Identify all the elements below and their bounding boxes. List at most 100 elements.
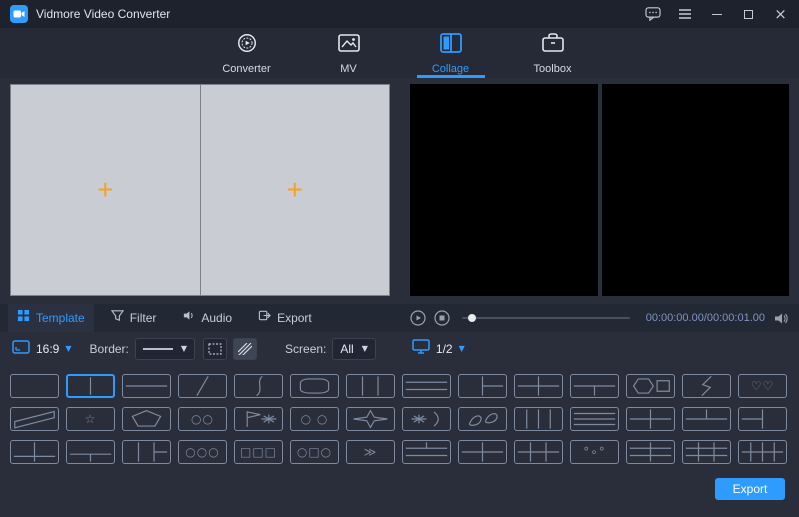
close-button[interactable]: × xyxy=(772,6,789,23)
chevron-down-icon: ▼ xyxy=(65,345,71,353)
tab-mv-label: MV xyxy=(340,63,357,75)
menu-icon[interactable] xyxy=(676,6,693,23)
screen-label: Screen: xyxy=(285,342,326,356)
layout-1-top-2-bottom[interactable] xyxy=(570,374,619,398)
layout-2x2-c[interactable] xyxy=(458,440,507,464)
tab-collage[interactable]: Collage xyxy=(417,28,485,78)
panel-tab-template[interactable]: Template xyxy=(8,304,94,332)
titlebar: Vidmore Video Converter × xyxy=(0,0,799,28)
aspect-ratio-dropdown[interactable]: 16:9 ▼ xyxy=(12,340,72,359)
layout-4-horizontal[interactable] xyxy=(570,407,619,431)
volume-icon[interactable] xyxy=(773,310,789,326)
layout-three-circles[interactable]: ○○○ xyxy=(178,440,227,464)
layout-hexagon-square[interactable] xyxy=(626,374,675,398)
panel-tab-filter[interactable]: Filter xyxy=(102,304,166,332)
page-indicator: 1/2 xyxy=(436,342,453,356)
layout-fast-forward[interactable]: ≫ xyxy=(346,440,395,464)
chevron-down-icon: ▼ xyxy=(181,345,187,353)
play-button[interactable] xyxy=(410,310,426,326)
tab-toolbox-label: Toolbox xyxy=(534,63,572,75)
layout-ribbon[interactable] xyxy=(10,407,59,431)
tab-converter[interactable]: Converter xyxy=(213,28,281,78)
screen-select-value: All xyxy=(340,342,353,356)
layout-2-horizontal[interactable] xyxy=(122,374,171,398)
collage-slot-1[interactable]: + xyxy=(11,85,200,295)
filter-icon xyxy=(111,309,124,327)
preview-screen-left xyxy=(410,84,598,296)
layout-star[interactable]: ☆ xyxy=(66,407,115,431)
layout-top-bar-2-cols[interactable] xyxy=(66,440,115,464)
collage-icon xyxy=(439,32,463,59)
mv-icon xyxy=(337,32,361,59)
tab-converter-label: Converter xyxy=(222,63,270,75)
tab-toolbox[interactable]: Toolbox xyxy=(519,28,587,78)
layout-3-rows-top-split[interactable] xyxy=(402,440,451,464)
collage-slot-2[interactable]: + xyxy=(201,85,390,295)
layout-1-left-2-right[interactable] xyxy=(458,374,507,398)
footer: Export xyxy=(0,464,799,517)
panel-tab-audio-label: Audio xyxy=(201,311,232,325)
minimize-button[interactable] xyxy=(708,6,725,23)
content-area: + + xyxy=(0,78,799,296)
layout-pentagon[interactable] xyxy=(122,407,171,431)
layout-burst-bracket[interactable] xyxy=(402,407,451,431)
layout-2x2-b[interactable] xyxy=(626,407,675,431)
layout-small-circles[interactable]: °∘° xyxy=(570,440,619,464)
converter-icon xyxy=(235,32,259,59)
screen-select[interactable]: All ▼ xyxy=(332,338,376,360)
panel-tab-export[interactable]: Export xyxy=(249,304,321,332)
layout-curve[interactable] xyxy=(234,374,283,398)
layout-2x2[interactable] xyxy=(514,374,563,398)
layout-two-circles-overlap[interactable]: ○○ xyxy=(178,407,227,431)
layout-2x3[interactable] xyxy=(514,440,563,464)
layout-two-hearts[interactable]: ♡♡ xyxy=(738,374,787,398)
layout-2-top-1-bottom[interactable] xyxy=(682,407,731,431)
layout-diagonal[interactable] xyxy=(178,374,227,398)
layout-flag-burst[interactable] xyxy=(234,407,283,431)
preview-area xyxy=(410,84,789,296)
main-nav: Converter MV Collage Toolbox xyxy=(0,28,799,78)
page-selector[interactable]: 1/2 ▼ xyxy=(412,339,465,359)
aspect-ratio-icon xyxy=(12,340,30,359)
border-dash-button[interactable] xyxy=(203,338,227,360)
layout-lightning[interactable] xyxy=(682,374,731,398)
maximize-button[interactable] xyxy=(740,6,757,23)
border-label: Border: xyxy=(90,342,129,356)
layout-3x3[interactable] xyxy=(682,440,731,464)
layout-two-circles[interactable]: ○ ○ xyxy=(290,407,339,431)
layout-4-vertical[interactable] xyxy=(514,407,563,431)
stop-button[interactable] xyxy=(434,310,450,326)
layout-four-point-star[interactable] xyxy=(346,407,395,431)
layout-3-horizontal[interactable] xyxy=(402,374,451,398)
collage-toolbar: 16:9 ▼ Border: ▼ Screen: All ▼ 1/2 ▼ xyxy=(0,332,799,366)
seek-slider[interactable] xyxy=(462,317,630,319)
app-logo-icon xyxy=(10,5,28,23)
layout-3-vertical[interactable] xyxy=(346,374,395,398)
layout-2-left-1-right[interactable] xyxy=(738,407,787,431)
template-icon xyxy=(17,309,30,327)
layout-3-cols-right-split[interactable] xyxy=(122,440,171,464)
layout-1x1[interactable] xyxy=(10,374,59,398)
feedback-icon[interactable] xyxy=(644,6,661,23)
layout-rounded-inset[interactable] xyxy=(290,374,339,398)
panel-tab-audio[interactable]: Audio xyxy=(173,304,241,332)
toolbox-icon xyxy=(541,32,565,59)
app-window: Vidmore Video Converter × Converter MV xyxy=(0,0,799,517)
layout-2-cols-bottom-bar[interactable] xyxy=(10,440,59,464)
layout-swirls[interactable] xyxy=(458,407,507,431)
layout-4x2[interactable] xyxy=(738,440,787,464)
player-bar: 00:00:00.00/00:00:01.00 xyxy=(400,304,799,332)
tab-mv[interactable]: MV xyxy=(315,28,383,78)
seek-thumb[interactable] xyxy=(468,314,476,322)
border-fill-button[interactable] xyxy=(233,338,257,360)
layout-three-squares[interactable]: □□□ xyxy=(234,440,283,464)
chevron-down-icon: ▼ xyxy=(459,345,465,353)
layout-3-rows-2-cols[interactable] xyxy=(626,440,675,464)
panel-tab-export-label: Export xyxy=(277,311,312,325)
layout-2-vertical[interactable] xyxy=(66,374,115,398)
export-button[interactable]: Export xyxy=(715,478,785,500)
monitor-icon xyxy=(412,339,430,359)
layout-circle-square-circle[interactable]: ○□○ xyxy=(290,440,339,464)
border-style-select[interactable]: ▼ xyxy=(135,338,195,360)
tab-collage-label: Collage xyxy=(432,63,469,75)
